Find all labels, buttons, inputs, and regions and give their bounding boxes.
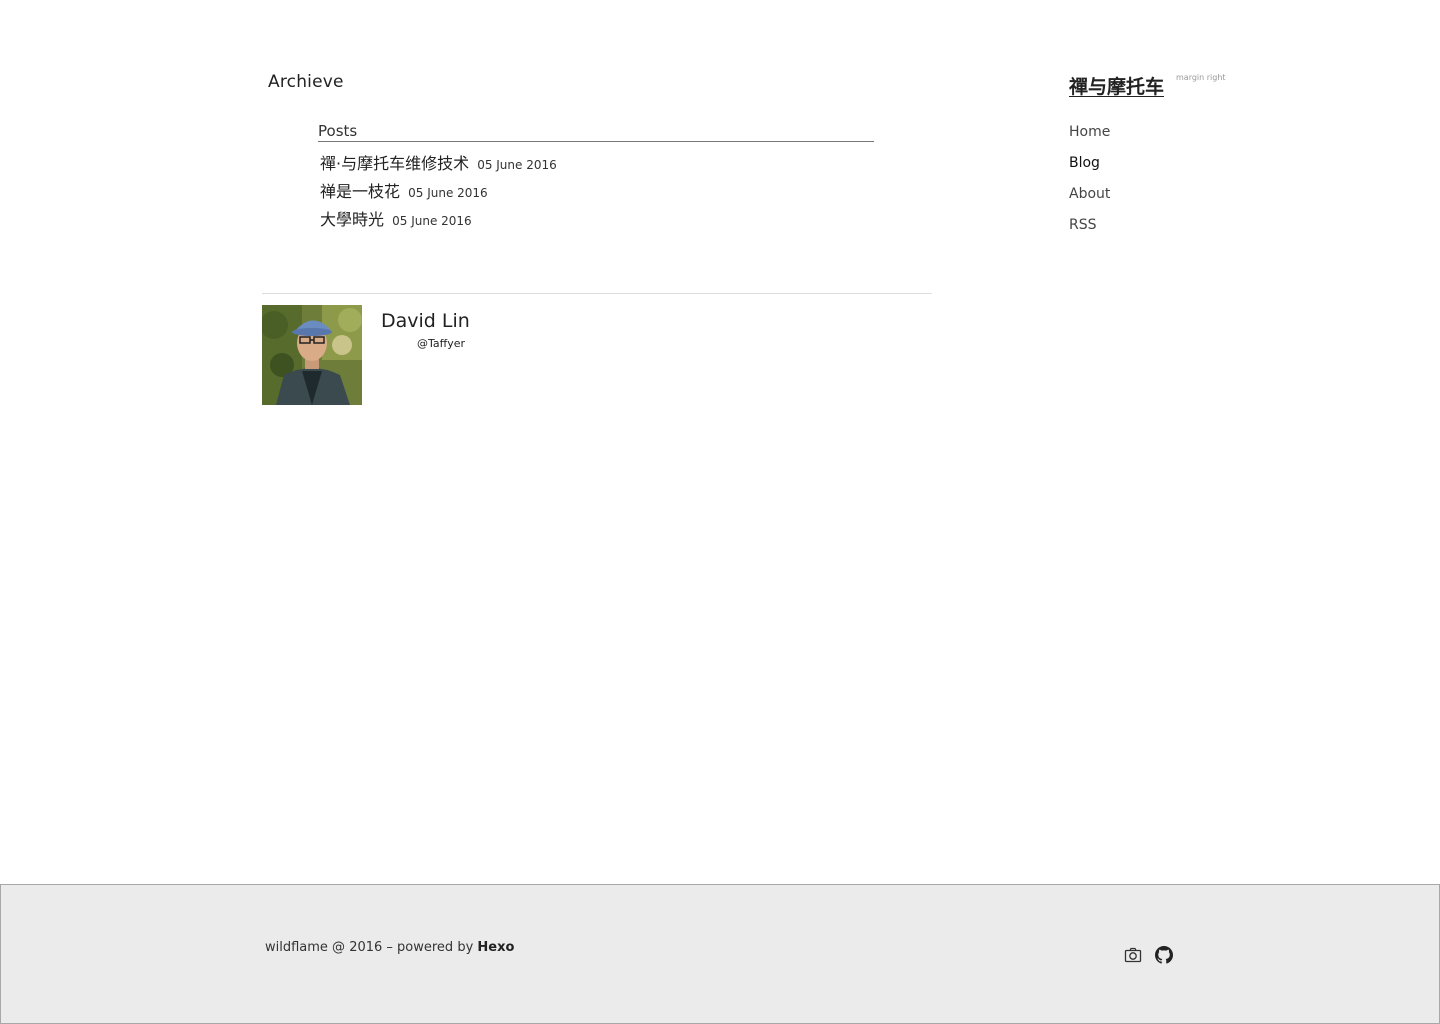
github-icon[interactable]: [1155, 946, 1173, 964]
post-date: 05 June 2016: [477, 158, 557, 172]
author-card: David Lin @Taffyer: [262, 305, 932, 405]
post-date: 05 June 2016: [392, 214, 472, 228]
author-handle: @Taffyer: [417, 337, 466, 350]
nav-item-about[interactable]: About: [1069, 182, 1229, 213]
list-item: 大學時光 05 June 2016: [318, 209, 874, 237]
posts-section-title: Posts: [318, 122, 874, 142]
nav-item-home[interactable]: Home: [1069, 120, 1229, 151]
nav-item-rss[interactable]: RSS: [1069, 213, 1229, 244]
post-title-link[interactable]: 禪·与摩托车维修技术: [320, 154, 469, 173]
archive-section: Posts 禪·与摩托车维修技术 05 June 2016 禅是一枝花 05 J…: [318, 122, 874, 237]
post-title-link[interactable]: 禅是一枝花: [320, 182, 400, 201]
list-item: 禅是一枝花 05 June 2016: [318, 181, 874, 209]
author-name: David Lin: [381, 310, 470, 332]
section-divider: [262, 293, 932, 294]
site-tagline: margin right: [1176, 73, 1226, 82]
sidebar-nav: Home Blog About RSS: [1069, 120, 1229, 244]
camera-icon[interactable]: [1124, 946, 1142, 964]
page-title: Archieve: [268, 72, 344, 92]
hexo-link[interactable]: Hexo: [477, 940, 514, 955]
footer: wildflame @ 2016 – powered by Hexo: [0, 884, 1440, 1024]
avatar: [262, 305, 362, 405]
footer-credits: wildflame @ 2016 – powered by Hexo: [265, 940, 514, 955]
footer-credits-text: wildflame @ 2016 – powered by: [265, 940, 478, 955]
nav-item-blog[interactable]: Blog: [1069, 151, 1229, 182]
post-list: 禪·与摩托车维修技术 05 June 2016 禅是一枝花 05 June 20…: [318, 153, 874, 237]
site-title-link[interactable]: 禪与摩托车: [1069, 72, 1164, 99]
footer-social-icons: [1124, 946, 1173, 964]
post-title-link[interactable]: 大學時光: [320, 210, 384, 229]
list-item: 禪·与摩托车维修技术 05 June 2016: [318, 153, 874, 181]
post-date: 05 June 2016: [408, 186, 488, 200]
